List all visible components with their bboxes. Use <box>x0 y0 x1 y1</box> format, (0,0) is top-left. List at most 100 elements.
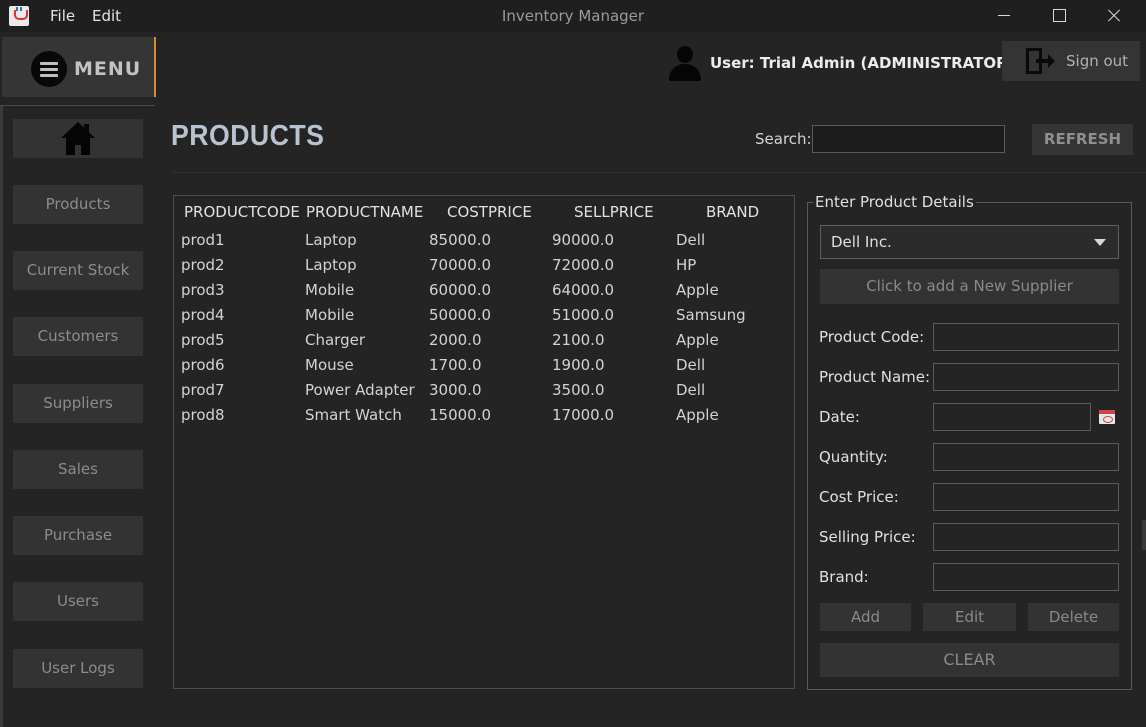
cell-brand: Apple <box>676 281 719 299</box>
menu-button[interactable]: MENU <box>2 37 156 97</box>
clear-button[interactable]: CLEAR <box>820 643 1119 677</box>
cell-costprice: 70000.0 <box>429 256 492 274</box>
window-title: Inventory Manager <box>501 7 645 25</box>
products-table: PRODUCTCODE PRODUCTNAME COSTPRICE SELLPR… <box>173 195 795 689</box>
cell-costprice: 60000.0 <box>429 281 492 299</box>
cell-sellprice: 3500.0 <box>552 381 605 399</box>
minimize-icon[interactable] <box>992 4 1016 28</box>
column-header-productcode[interactable]: PRODUCTCODE <box>184 203 300 221</box>
cell-productcode: prod1 <box>181 231 225 249</box>
sign-out-button[interactable]: Sign out <box>1002 41 1140 81</box>
sidebar-item-products[interactable]: Products <box>13 185 143 224</box>
brand-label: Brand: <box>819 568 869 586</box>
delete-button[interactable]: Delete <box>1028 603 1119 631</box>
date-input[interactable] <box>933 403 1091 431</box>
cell-productname: Power Adapter <box>305 381 415 399</box>
sign-out-icon <box>1024 48 1055 74</box>
sidebar-item-sales[interactable]: Sales <box>13 450 143 489</box>
sidebar-item-home[interactable] <box>13 119 143 158</box>
table-row[interactable]: prod2 Laptop 70000.0 72000.0 HP <box>174 252 794 277</box>
close-icon[interactable] <box>1102 4 1126 28</box>
cell-costprice: 15000.0 <box>429 406 492 424</box>
cell-productname: Laptop <box>305 231 357 249</box>
sidebar-item-suppliers[interactable]: Suppliers <box>13 384 143 423</box>
sidebar-item-users[interactable]: Users <box>13 582 143 621</box>
cell-productcode: prod6 <box>181 356 225 374</box>
cell-brand: HP <box>676 256 697 274</box>
column-header-productname[interactable]: PRODUCTNAME <box>306 203 423 221</box>
table-row[interactable]: prod8 Smart Watch 15000.0 17000.0 Apple <box>174 402 794 427</box>
cell-sellprice: 51000.0 <box>552 306 615 324</box>
sidebar-item-purchase[interactable]: Purchase <box>13 516 143 555</box>
table-row[interactable]: prod4 Mobile 50000.0 51000.0 Samsung <box>174 302 794 327</box>
add-new-supplier-button[interactable]: Click to add a New Supplier <box>820 269 1119 304</box>
column-header-sellprice[interactable]: SELLPRICE <box>574 203 654 221</box>
cell-productcode: prod2 <box>181 256 225 274</box>
brand-input[interactable] <box>933 563 1119 591</box>
product-code-label: Product Code: <box>819 328 925 346</box>
cell-productname: Charger <box>305 331 365 349</box>
selling-price-input[interactable] <box>933 523 1119 551</box>
supplier-select-value: Dell Inc. <box>831 233 892 251</box>
sidebar-divider <box>0 105 155 106</box>
window-scroll-edge <box>1142 520 1146 550</box>
sidebar-edge <box>0 106 3 727</box>
cost-price-label: Cost Price: <box>819 488 899 506</box>
search-label: Search: <box>755 130 812 148</box>
table-row[interactable]: prod1 Laptop 85000.0 90000.0 Dell <box>174 227 794 252</box>
refresh-button[interactable]: REFRESH <box>1032 124 1133 155</box>
cell-brand: Dell <box>676 381 706 399</box>
table-row[interactable]: prod3 Mobile 60000.0 64000.0 Apple <box>174 277 794 302</box>
current-user-label: User: Trial Admin (ADMINISTRATOR) <box>710 54 1015 72</box>
column-header-brand[interactable]: BRAND <box>706 203 759 221</box>
cost-price-input[interactable] <box>933 483 1119 511</box>
product-name-input[interactable] <box>933 363 1119 391</box>
cell-costprice: 1700.0 <box>429 356 482 374</box>
menu-button-label: MENU <box>74 58 142 80</box>
header-divider <box>171 172 1146 173</box>
supplier-select[interactable]: Dell Inc. <box>820 225 1119 259</box>
table-row[interactable]: prod5 Charger 2000.0 2100.0 Apple <box>174 327 794 352</box>
user-icon <box>668 46 702 82</box>
quantity-input[interactable] <box>933 443 1119 471</box>
selling-price-label: Selling Price: <box>819 528 916 546</box>
cell-sellprice: 2100.0 <box>552 331 605 349</box>
sidebar-item-current-stock[interactable]: Current Stock <box>13 251 143 290</box>
product-details-legend: Enter Product Details <box>813 193 976 211</box>
cell-costprice: 50000.0 <box>429 306 492 324</box>
cell-sellprice: 90000.0 <box>552 231 615 249</box>
calendar-icon[interactable] <box>1099 410 1115 424</box>
home-icon <box>61 122 95 156</box>
cell-sellprice: 72000.0 <box>552 256 615 274</box>
table-row[interactable]: prod6 Mouse 1700.0 1900.0 Dell <box>174 352 794 377</box>
cell-sellprice: 64000.0 <box>552 281 615 299</box>
edit-button[interactable]: Edit <box>923 603 1016 631</box>
sidebar-item-customers[interactable]: Customers <box>13 317 143 356</box>
product-name-label: Product Name: <box>819 368 931 386</box>
cell-productcode: prod8 <box>181 406 225 424</box>
sidebar-item-user-logs[interactable]: User Logs <box>13 649 143 688</box>
cell-productname: Smart Watch <box>305 406 402 424</box>
cell-productcode: prod4 <box>181 306 225 324</box>
date-label: Date: <box>819 408 860 426</box>
cell-brand: Apple <box>676 406 719 424</box>
cell-sellprice: 17000.0 <box>552 406 615 424</box>
title-bar: File Edit Inventory Manager <box>0 0 1146 32</box>
cell-costprice: 2000.0 <box>429 331 482 349</box>
cell-sellprice: 1900.0 <box>552 356 605 374</box>
cell-productname: Laptop <box>305 256 357 274</box>
cell-productname: Mobile <box>305 306 355 324</box>
table-row[interactable]: prod7 Power Adapter 3000.0 3500.0 Dell <box>174 377 794 402</box>
column-header-costprice[interactable]: COSTPRICE <box>447 203 532 221</box>
product-code-input[interactable] <box>933 323 1119 351</box>
page-title: PRODUCTS <box>171 120 325 152</box>
add-button[interactable]: Add <box>820 603 911 631</box>
cell-brand: Apple <box>676 331 719 349</box>
cell-productcode: prod7 <box>181 381 225 399</box>
cell-productname: Mouse <box>305 356 354 374</box>
search-input[interactable] <box>812 125 1005 153</box>
cell-productname: Mobile <box>305 281 355 299</box>
cell-brand: Dell <box>676 356 706 374</box>
maximize-icon[interactable] <box>1047 4 1071 28</box>
cell-brand: Samsung <box>676 306 746 324</box>
